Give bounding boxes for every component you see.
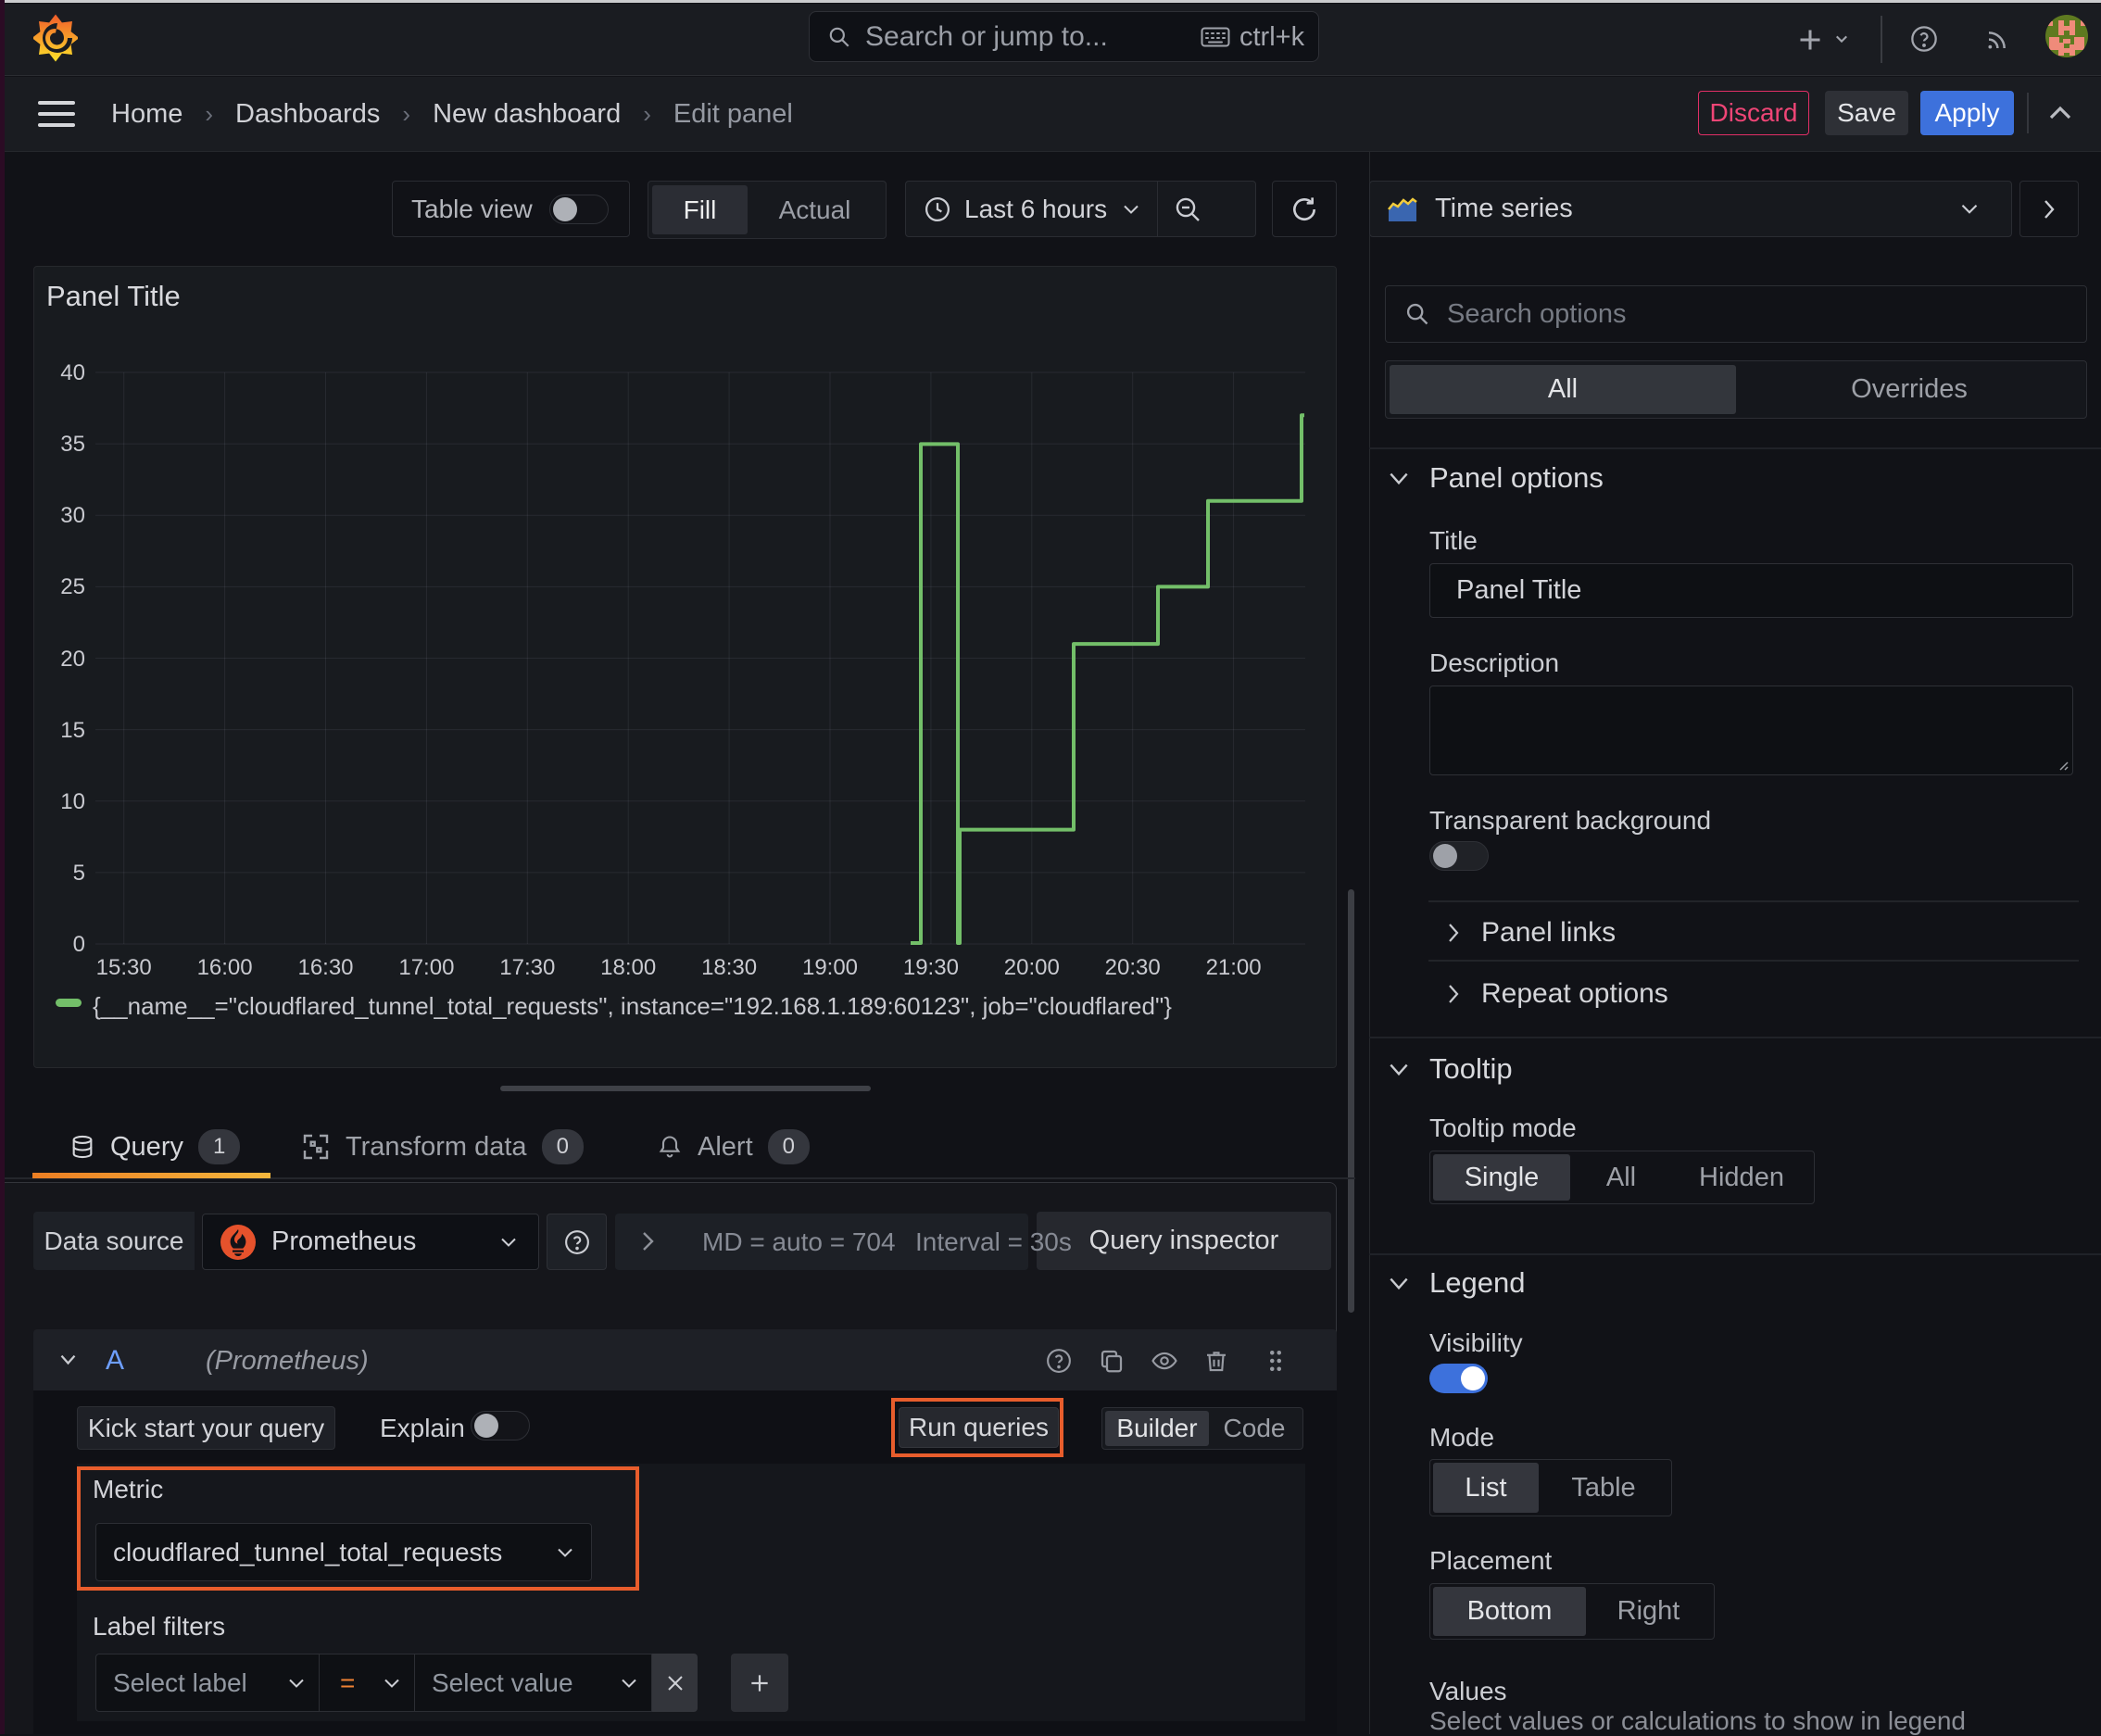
svg-text:15: 15 — [60, 718, 85, 743]
svg-text:20: 20 — [60, 647, 85, 672]
svg-text:25: 25 — [60, 574, 85, 599]
svg-text:10: 10 — [60, 789, 85, 814]
svg-text:30: 30 — [60, 503, 85, 528]
svg-text:35: 35 — [60, 432, 85, 457]
svg-text:18:00: 18:00 — [600, 955, 656, 980]
svg-text:19:30: 19:30 — [903, 955, 959, 980]
svg-text:16:30: 16:30 — [297, 955, 353, 980]
svg-text:16:00: 16:00 — [197, 955, 253, 980]
svg-text:40: 40 — [60, 360, 85, 385]
svg-text:15:30: 15:30 — [96, 955, 152, 980]
svg-text:17:00: 17:00 — [398, 955, 454, 980]
svg-text:0: 0 — [73, 932, 85, 957]
svg-text:17:30: 17:30 — [499, 955, 555, 980]
svg-text:21:00: 21:00 — [1206, 955, 1262, 980]
svg-text:5: 5 — [73, 861, 85, 886]
svg-text:19:00: 19:00 — [802, 955, 858, 980]
svg-text:20:00: 20:00 — [1004, 955, 1060, 980]
svg-text:18:30: 18:30 — [701, 955, 757, 980]
svg-text:{__name__="cloudflared_tunnel_: {__name__="cloudflared_tunnel_total_requ… — [93, 992, 1172, 1020]
svg-text:20:30: 20:30 — [1105, 955, 1161, 980]
